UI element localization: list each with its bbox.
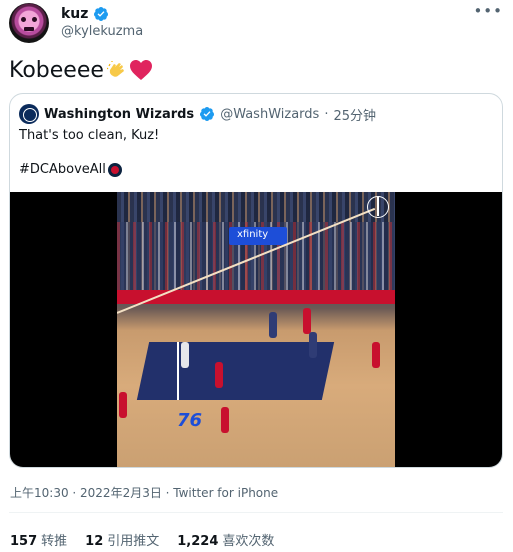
like-label: 喜欢次数 — [222, 534, 275, 549]
video-frame[interactable]: xfinity 76 — [117, 192, 395, 467]
engagement-stats: 157 转推 12 引用推文 1,224 喜欢次数 — [10, 530, 274, 549]
retweet-count: 157 — [10, 534, 38, 549]
verified-badge-icon — [94, 7, 109, 21]
like-count: 1,224 — [177, 534, 219, 549]
quote-count: 12 — [85, 534, 104, 549]
tweet-text: Kobeeee — [9, 57, 153, 83]
quoted-tweet-text: That's too clean, Kuz! — [19, 128, 160, 143]
quoted-handle: @WashWizards — [220, 106, 320, 122]
quoted-time: 25分钟 — [333, 108, 376, 124]
tweet-text-content: Kobeeee — [9, 57, 104, 83]
wizards-watermark-icon — [367, 196, 389, 218]
verified-badge-icon — [200, 107, 215, 121]
quotes-stat[interactable]: 12 引用推文 — [85, 530, 159, 549]
hashtag-link[interactable]: #DCAboveAll — [19, 162, 106, 177]
author-display-name[interactable]: kuz — [61, 6, 88, 22]
avatar-eyes — [21, 17, 37, 23]
player — [372, 342, 380, 368]
court-paint — [136, 342, 335, 400]
tweet-detail: kuz @kylekuzma ••• Kobeeee Washington Wi… — [0, 0, 513, 552]
player — [181, 342, 189, 368]
retweet-label: 转推 — [41, 534, 68, 549]
quoted-avatar — [19, 104, 39, 124]
player — [119, 392, 127, 418]
separator-dot: · — [324, 106, 329, 122]
wizards-hashflag-icon — [107, 162, 122, 177]
player — [303, 308, 311, 334]
quoted-tweet-card[interactable]: Washington Wizards @WashWizards · 25分钟 T… — [9, 93, 503, 468]
player — [309, 332, 317, 358]
hashtag-row: #DCAboveAll — [19, 162, 122, 177]
video-player[interactable]: xfinity 76 — [10, 192, 502, 467]
quote-label: 引用推文 — [107, 534, 160, 549]
player — [221, 407, 229, 433]
tweet-timestamp[interactable]: 上午10:30 · 2022年2月3日 · Twitter for iPhone — [10, 484, 278, 501]
likes-stat[interactable]: 1,224 喜欢次数 — [177, 530, 274, 549]
banner-text: xfinity — [237, 229, 269, 240]
quoted-display-name: Washington Wizards — [44, 106, 195, 122]
avatar-mouth — [24, 27, 34, 31]
player — [269, 312, 277, 338]
xfinity-banner: xfinity — [229, 227, 287, 245]
author-name-row: kuz — [61, 4, 109, 24]
player — [215, 362, 223, 388]
red-heart-icon — [129, 60, 152, 80]
author-handle[interactable]: @kylekuzma — [61, 24, 143, 39]
court-line — [177, 342, 179, 400]
divider — [9, 512, 503, 513]
more-options-icon[interactable]: ••• — [473, 4, 503, 19]
court-logo: 76 — [177, 410, 203, 431]
retweets-stat[interactable]: 157 转推 — [10, 530, 67, 549]
avatar[interactable] — [9, 3, 49, 43]
quoted-tweet-header: Washington Wizards @WashWizards · 25分钟 — [19, 104, 376, 124]
clapping-hands-icon — [106, 61, 124, 77]
